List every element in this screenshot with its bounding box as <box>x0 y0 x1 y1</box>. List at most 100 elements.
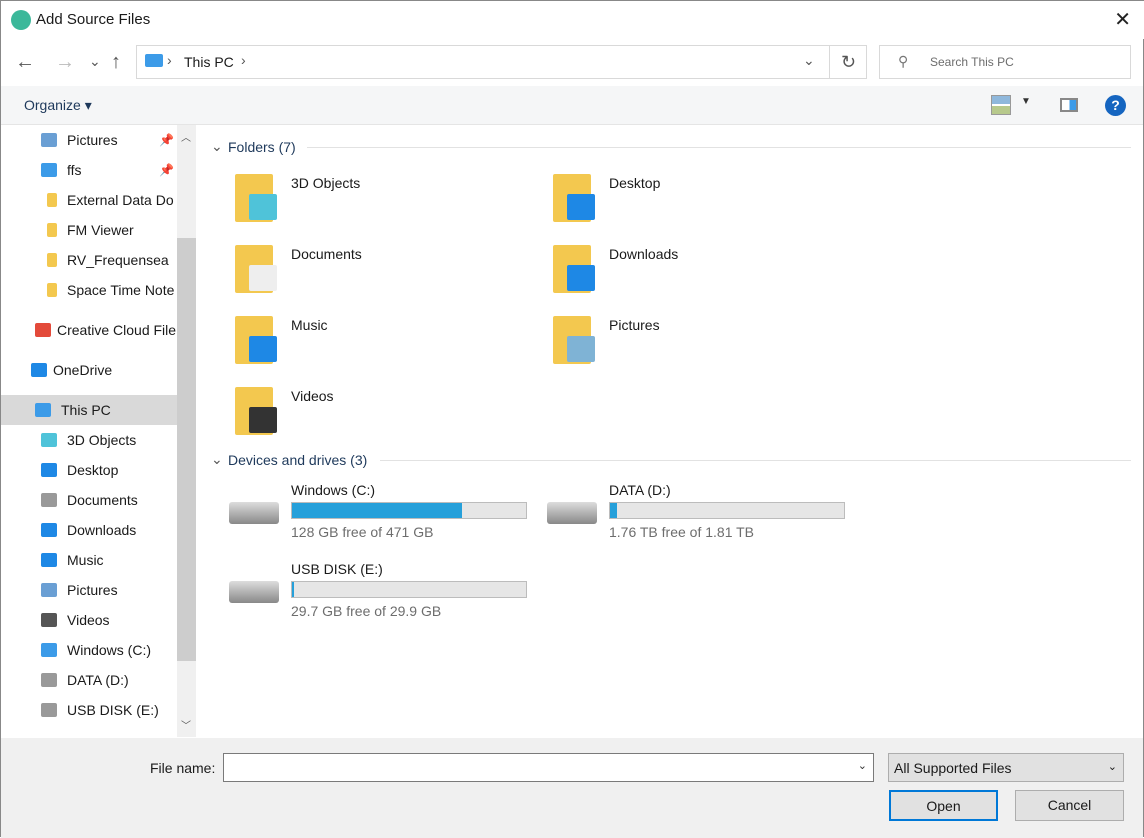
sidebar-item-label: Music <box>67 552 104 568</box>
up-button[interactable]: ↑ <box>111 51 121 74</box>
folder-name: Downloads <box>609 246 679 262</box>
navigation-pane: Pictures 📌 ffs 📌 External Data Do FM Viewer RV… <box>1 125 177 737</box>
sidebar-item[interactable]: This PC <box>1 395 177 425</box>
pin-icon: 📌 <box>159 163 174 177</box>
search-input[interactable]: ⚲ Search This PC <box>879 45 1131 79</box>
folder-item[interactable]: 3D Objects <box>197 169 497 233</box>
chevron-down-icon: ⌄ <box>1107 761 1117 773</box>
sidebar-item-label: OneDrive <box>53 362 113 378</box>
file-list: ⌄ Folders (7) ⌄ Devices and drives (3) 3… <box>197 125 1143 737</box>
sidebar-item-label: FM Viewer <box>67 222 134 238</box>
view-dropdown[interactable]: ▼ <box>1021 96 1031 107</box>
open-button[interactable]: Open <box>889 790 998 821</box>
sidebar-item-label: Documents <box>67 492 138 508</box>
folder-name: Videos <box>291 388 334 404</box>
address-dropdown[interactable]: ⌄ <box>803 52 815 69</box>
file-name-input[interactable]: ⌄ <box>223 753 874 782</box>
folder-overlay-icon <box>567 194 595 220</box>
cancel-button[interactable]: Cancel <box>1015 790 1124 821</box>
folder-overlay-icon <box>567 336 595 362</box>
chevron-down-icon[interactable]: ⌄ <box>211 451 223 468</box>
breadcrumb-separator[interactable]: › <box>241 52 246 68</box>
title-bar: Add Source Files ✕ <box>1 1 1144 39</box>
file-name-dropdown[interactable]: ⌄ <box>858 759 867 772</box>
sidebar-item[interactable]: 3D Objects <box>1 425 177 455</box>
sidebar-item[interactable]: Desktop <box>1 455 177 485</box>
sidebar-item-icon <box>41 643 57 657</box>
sidebar-item[interactable]: Space Time Note <box>1 275 177 305</box>
preview-pane-button[interactable] <box>1060 98 1078 112</box>
folder-item[interactable]: Music <box>197 311 497 375</box>
organize-button[interactable]: Organize ▾ <box>24 97 92 114</box>
sidebar-item-icon <box>41 523 57 537</box>
drive-usage-bar <box>291 502 527 519</box>
sidebar-item-label: USB DISK (E:) <box>67 702 159 718</box>
folder-name: Pictures <box>609 317 660 333</box>
close-button[interactable]: ✕ <box>1114 7 1131 32</box>
refresh-button[interactable]: ↻ <box>829 46 867 78</box>
sidebar-item-icon <box>35 403 51 417</box>
help-button[interactable]: ? <box>1105 95 1126 116</box>
sidebar-item-label: 3D Objects <box>67 432 137 448</box>
drive-free-space: 128 GB free of 471 GB <box>291 524 434 540</box>
sidebar-item[interactable]: External Data Do <box>1 185 177 215</box>
drive-icon <box>547 502 597 524</box>
sidebar-item-label: Pictures <box>67 132 118 148</box>
sidebar-item[interactable]: OneDrive <box>1 355 177 385</box>
folder-item[interactable]: Videos <box>197 382 497 446</box>
sidebar-item[interactable]: FM Viewer <box>1 215 177 245</box>
sidebar-item-icon <box>41 553 57 567</box>
scroll-down-arrow[interactable]: ﹀ <box>181 717 191 732</box>
back-button[interactable]: ← <box>15 51 35 74</box>
sidebar-item-label: Windows (C:) <box>67 642 152 658</box>
drive-item[interactable]: Windows (C:) 128 GB free of 471 GB <box>197 482 527 548</box>
sidebar-item[interactable]: RV_Frequensea <box>1 245 177 275</box>
scroll-up-arrow[interactable]: ︿ <box>181 129 191 144</box>
forward-button[interactable]: → <box>55 51 75 74</box>
toolbar: Organize ▾ ▼ <box>1 86 1143 125</box>
sidebar-item-label: Pictures <box>67 582 118 598</box>
sidebar-item-icon <box>31 363 47 377</box>
folder-overlay-icon <box>249 336 277 362</box>
drive-usage-fill <box>292 503 463 518</box>
sidebar-item[interactable]: Pictures <box>1 575 177 605</box>
sidebar-item[interactable]: USB DISK (E:) <box>1 695 177 725</box>
folders-group-header[interactable]: Folders (7) <box>228 139 296 155</box>
drive-usage-bar <box>609 502 845 519</box>
file-type-select[interactable]: All Supported Files ⌄ <box>888 753 1124 782</box>
chevron-down-icon[interactable]: ⌄ <box>211 138 223 155</box>
drive-usage-fill <box>610 503 617 518</box>
address-bar[interactable]: › This PC › ⌄ ↻ <box>136 45 867 79</box>
app-icon <box>11 10 31 30</box>
folder-item[interactable]: Desktop <box>515 169 815 233</box>
folder-item[interactable]: Pictures <box>515 311 815 375</box>
breadcrumb-this-pc[interactable]: This PC <box>184 54 234 70</box>
sidebar-item-label: External Data Do <box>67 192 174 208</box>
sidebar-item[interactable]: Downloads <box>1 515 177 545</box>
dialog-footer: File name: ⌄ All Supported Files ⌄ Open C… <box>1 738 1143 838</box>
folder-item[interactable]: Documents <box>197 240 497 304</box>
sidebar-item-label: RV_Frequensea <box>67 252 169 268</box>
scrollbar-thumb[interactable] <box>177 238 196 661</box>
sidebar-item-icon <box>47 223 57 237</box>
drive-name: Windows (C:) <box>291 482 376 498</box>
breadcrumb-separator[interactable]: › <box>167 52 172 68</box>
view-options-icon[interactable] <box>991 95 1011 115</box>
drives-group-header[interactable]: Devices and drives (3) <box>228 452 367 468</box>
sidebar-item-icon <box>41 703 57 717</box>
sidebar-item[interactable]: Windows (C:) <box>1 635 177 665</box>
sidebar-item[interactable]: Documents <box>1 485 177 515</box>
drive-item[interactable]: DATA (D:) 1.76 TB free of 1.81 TB <box>515 482 845 548</box>
sidebar-item[interactable]: Creative Cloud File <box>1 315 177 345</box>
folder-item[interactable]: Downloads <box>515 240 815 304</box>
drive-item[interactable]: USB DISK (E:) 29.7 GB free of 29.9 GB <box>197 561 527 627</box>
sidebar-item[interactable]: Videos <box>1 605 177 635</box>
recent-locations-button[interactable]: ⌄ <box>89 53 101 70</box>
sidebar-item[interactable]: Music <box>1 545 177 575</box>
sidebar-item-label: Downloads <box>67 522 137 538</box>
search-icon: ⚲ <box>898 53 909 69</box>
sidebar-item[interactable]: DATA (D:) <box>1 665 177 695</box>
sidebar-item[interactable]: Pictures 📌 <box>1 125 177 155</box>
sidebar-item[interactable]: ffs 📌 <box>1 155 177 185</box>
sidebar-item-label: Videos <box>67 612 110 628</box>
